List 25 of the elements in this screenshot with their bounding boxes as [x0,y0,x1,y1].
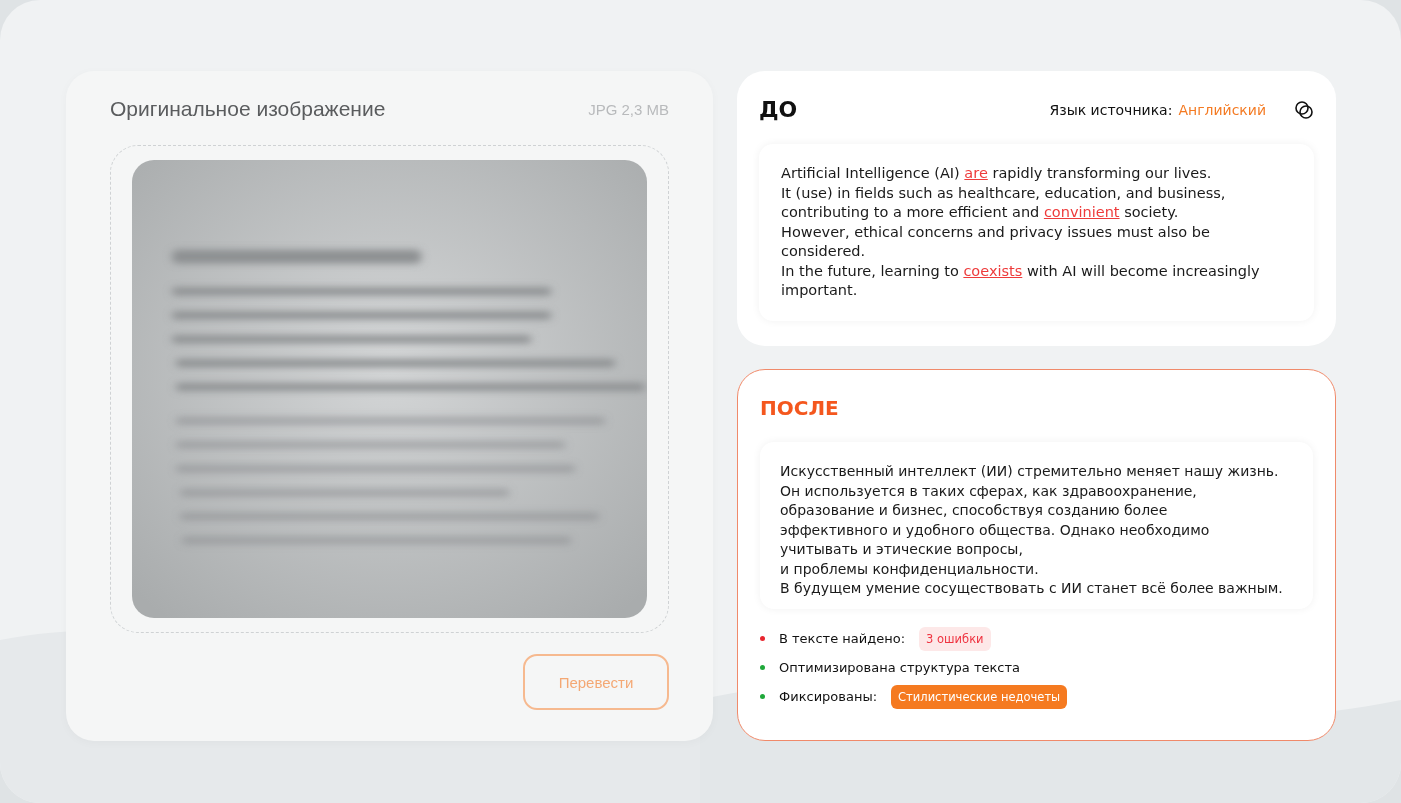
translated-text-line: В будущем умение сосуществовать с ИИ станет всё более важным. [780,579,1284,598]
result-tag: 3 ошибки [919,626,991,651]
source-text-line: Artificial Intelligence (AI) are rapidly transforming our lives. [781,164,1213,183]
translate-button[interactable]: Перевести [523,654,669,710]
translated-text-line: эффективного и удобного общества. Однако необходимо [780,520,1211,540]
translated-text-line: учитывать и этические вопросы, [780,540,1024,559]
translated-text-line: и проблемы конфиденциальности. [780,559,1040,579]
translated-text-line: Искусственный интеллект (ИИ) стремительно меняет нашу жизнь. [780,462,1280,481]
overlapping-circles-icon[interactable] [1294,99,1314,120]
result-label: Фиксированы: [779,689,878,704]
result-label: Оптимизирована структура текста [779,660,1021,675]
card-title: Оригинальное изображение [110,97,386,121]
card-title: ДО [759,97,799,122]
source-language-label: Язык источника: [1049,101,1173,118]
source-text-line: In the future, learning to coexists with AI will become increasingly important. [781,261,1261,300]
source-text-line: However, ethical concerns and privacy issues must also be considered. [781,222,1211,261]
result-tag: Стилистические недочеты [891,684,1068,709]
translated-text-line: Он используется в таких сферах, как здравоохранение, [780,481,1198,501]
source-text-line: It (use) in fields such as healthcare, education, and business, [781,183,1227,203]
source-text-line: contributing to a more efficient and convinient society. [781,203,1180,222]
translated-text-line: образование и бизнес, способствуя созданию более [780,501,1169,520]
result-label: В тексте найдено: [779,631,906,646]
source-language-link[interactable]: Английский [1178,101,1266,118]
file-info: JPG 2,3 MB [588,100,669,118]
card-title: ПОСЛЕ [760,396,839,420]
